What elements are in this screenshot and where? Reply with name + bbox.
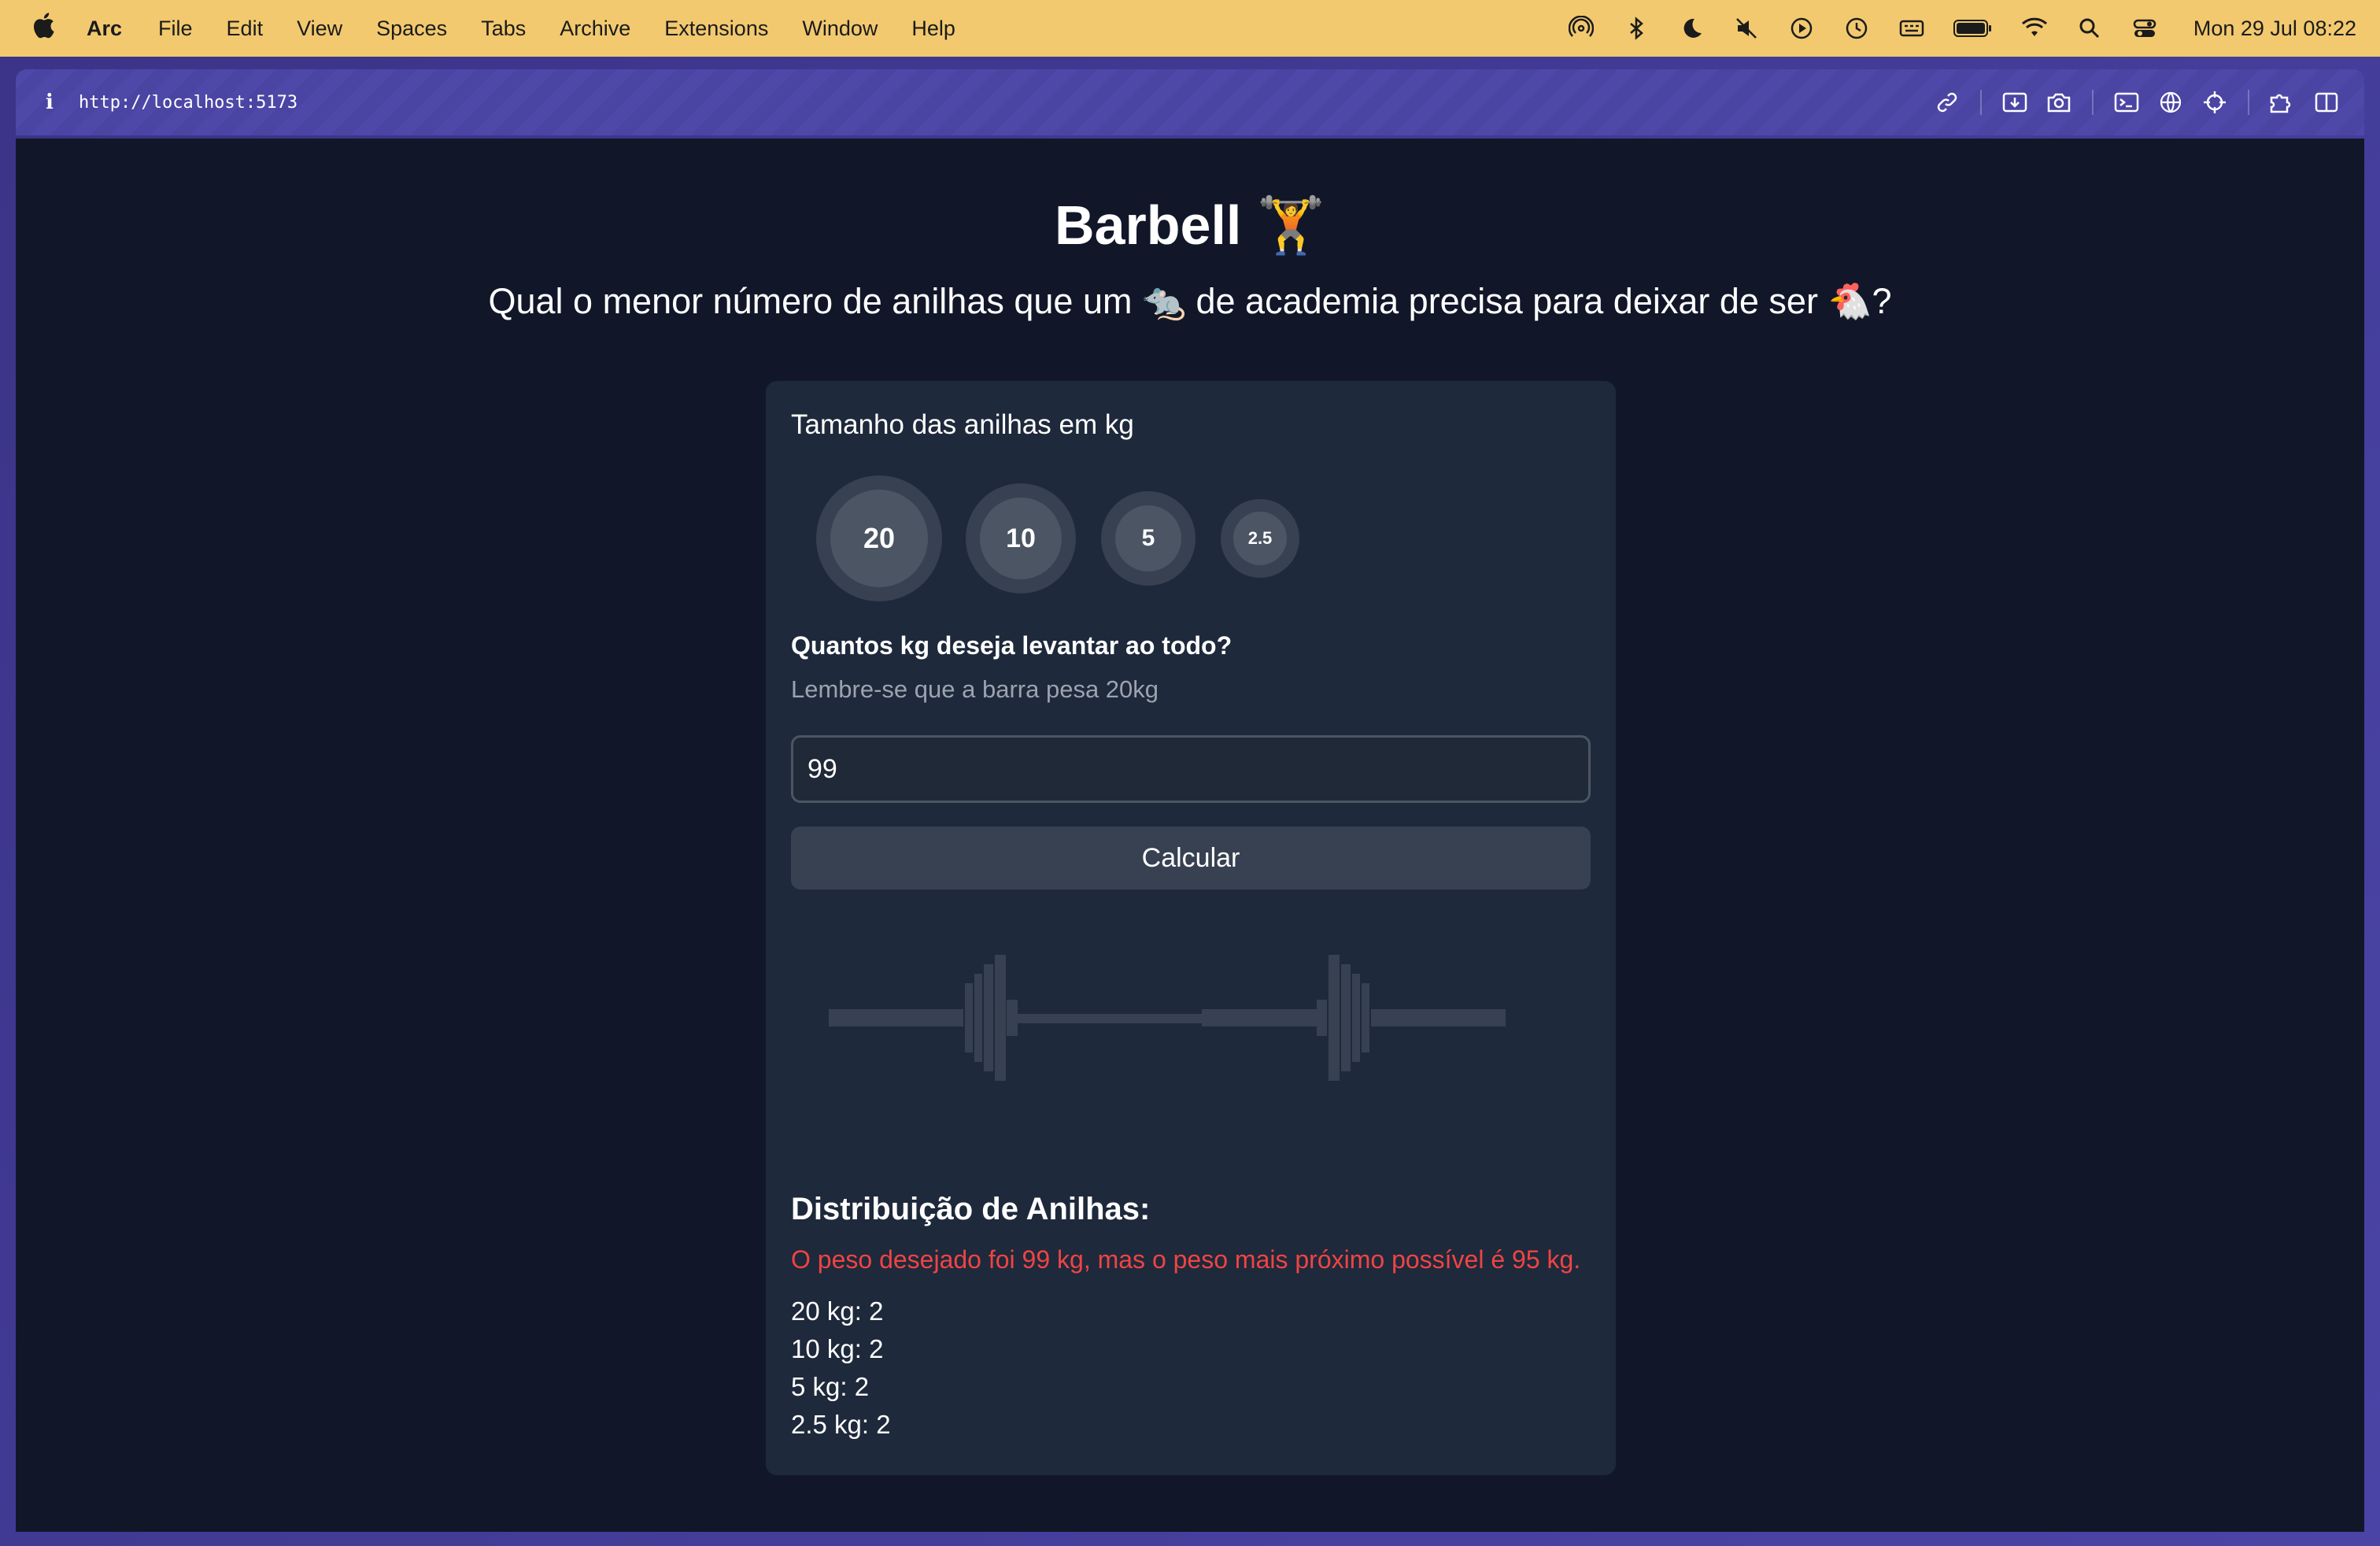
plate-right-10 bbox=[1340, 963, 1352, 1073]
plate-5-button[interactable]: 5 bbox=[1101, 491, 1196, 586]
distribution-item: 10 kg: 2 bbox=[791, 1334, 884, 1363]
browser-toolbar: i http://localhost:5173 bbox=[16, 69, 2364, 135]
search-icon[interactable] bbox=[2075, 14, 2104, 43]
bar-weight-hint: Lembre-se que a barra pesa 20kg bbox=[791, 675, 1159, 703]
capture-icon[interactable] bbox=[1993, 80, 2037, 124]
weight-question: Quantos kg deseja levantar ao todo? bbox=[791, 631, 1232, 660]
distribution-item: 20 kg: 2 bbox=[791, 1296, 884, 1326]
plate-right-2-5 bbox=[1360, 982, 1371, 1054]
clock-icon[interactable] bbox=[1842, 14, 1871, 43]
plate-left-5 bbox=[973, 972, 984, 1063]
plate-20-button[interactable]: 20 bbox=[816, 475, 942, 601]
terminal-icon[interactable] bbox=[2105, 80, 2149, 124]
menu-file[interactable]: File bbox=[158, 17, 193, 41]
plate-10-button[interactable]: 10 bbox=[966, 483, 1076, 594]
app-name-menu[interactable]: Arc bbox=[87, 17, 122, 41]
distribution-item: 2.5 kg: 2 bbox=[791, 1410, 891, 1439]
link-icon[interactable] bbox=[1925, 80, 1969, 124]
toolbar-separator bbox=[1980, 90, 1982, 115]
plate-20-label: 20 bbox=[863, 522, 896, 554]
collar-right bbox=[1317, 1000, 1328, 1036]
plate-2-5-button[interactable]: 2.5 bbox=[1221, 499, 1299, 578]
collar-left bbox=[1007, 1000, 1018, 1036]
battery-icon[interactable] bbox=[1953, 14, 1994, 43]
plate-2-5-label: 2.5 bbox=[1247, 528, 1273, 548]
url-bar[interactable]: http://localhost:5173 bbox=[79, 93, 298, 113]
menu-view[interactable]: View bbox=[297, 17, 342, 41]
keyboard-icon[interactable] bbox=[1898, 14, 1926, 43]
sidebar-icon[interactable] bbox=[2304, 80, 2349, 124]
bluetooth-icon[interactable] bbox=[1622, 14, 1650, 43]
crosshair-icon[interactable] bbox=[2193, 80, 2237, 124]
plate-right-5 bbox=[1351, 972, 1362, 1063]
menu-tabs[interactable]: Tabs bbox=[481, 17, 526, 41]
camera-icon[interactable] bbox=[2037, 80, 2081, 124]
barbell-illustration bbox=[829, 953, 1506, 1082]
menu-archive[interactable]: Archive bbox=[560, 17, 630, 41]
plates-label: Tamanho das anilhas em kg bbox=[791, 409, 1134, 440]
distribution-title: Distribuição de Anilhas: bbox=[791, 1192, 1151, 1226]
plate-5-label: 5 bbox=[1141, 525, 1155, 551]
menu-help[interactable]: Help bbox=[911, 17, 955, 41]
menu-window[interactable]: Window bbox=[802, 17, 878, 41]
barbell-center-bar bbox=[964, 1014, 1370, 1023]
play-icon[interactable] bbox=[1787, 14, 1816, 43]
airdrop-icon[interactable] bbox=[1567, 14, 1595, 43]
calculate-button[interactable]: Calcular bbox=[791, 827, 1591, 890]
menu-bar: Arc File Edit View Spaces Tabs Archive E… bbox=[0, 0, 2380, 57]
plate-left-10 bbox=[982, 963, 995, 1073]
distribution-list: 20 kg: 2 10 kg: 2 5 kg: 2 2.5 kg: 2 bbox=[791, 1293, 891, 1444]
mute-icon[interactable] bbox=[1732, 14, 1761, 43]
toolbar-separator bbox=[2092, 90, 2094, 115]
plate-selector: 20 10 5 2.5 bbox=[791, 441, 1591, 601]
weight-warning: O peso desejado foi 99 kg, mas o peso ma… bbox=[791, 1245, 1581, 1274]
apple-icon[interactable] bbox=[31, 12, 58, 46]
page-subtitle: Qual o menor número de anilhas que um 🐀 … bbox=[488, 281, 1892, 321]
moon-icon[interactable] bbox=[1677, 14, 1706, 43]
menubar-clock[interactable]: Mon 29 Jul 08:22 bbox=[2193, 17, 2356, 41]
globe-icon[interactable] bbox=[2149, 80, 2193, 124]
plate-10-label: 10 bbox=[1006, 523, 1036, 553]
toolbar-separator bbox=[2248, 90, 2249, 115]
calculator-card: Tamanho das anilhas em kg 20 10 5 2.5 Qu… bbox=[766, 381, 1616, 1475]
plate-left-2-5 bbox=[963, 982, 974, 1054]
distribution-item: 5 kg: 2 bbox=[791, 1372, 870, 1401]
info-icon[interactable]: i bbox=[46, 91, 61, 114]
page-title: Barbell 🏋️ bbox=[1055, 194, 1325, 256]
browser-window: i http://localhost:5173 Barbell 🏋️ Qual … bbox=[0, 57, 2380, 1546]
menu-edit[interactable]: Edit bbox=[227, 17, 264, 41]
weight-input[interactable] bbox=[791, 735, 1591, 803]
menu-extensions[interactable]: Extensions bbox=[664, 17, 768, 41]
plate-right-20 bbox=[1327, 953, 1341, 1082]
plate-left-20 bbox=[993, 953, 1007, 1082]
wifi-icon[interactable] bbox=[2020, 14, 2049, 43]
menu-spaces[interactable]: Spaces bbox=[376, 17, 447, 41]
page-viewport: Barbell 🏋️ Qual o menor número de anilha… bbox=[16, 139, 2364, 1532]
control-center-icon[interactable] bbox=[2131, 14, 2159, 43]
extensions-icon[interactable] bbox=[2260, 80, 2304, 124]
